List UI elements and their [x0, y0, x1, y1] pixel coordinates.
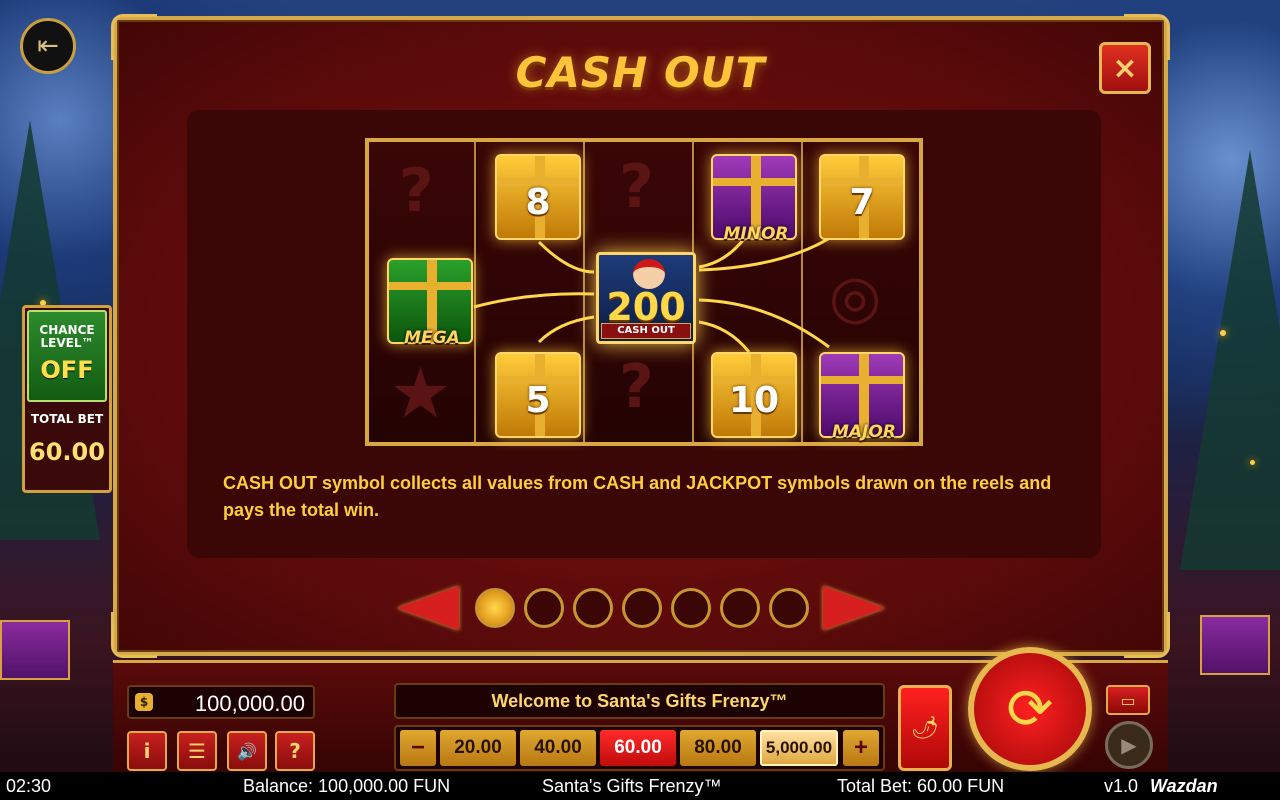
info-button[interactable]: i — [127, 731, 167, 771]
gift-symbol: 8 — [495, 154, 581, 240]
jackpot-label: MINOR — [723, 224, 789, 244]
total-bet-value: 60.00 — [29, 438, 105, 466]
jackpot-label: MAJOR — [832, 422, 896, 442]
next-page-arrow-icon[interactable] — [823, 586, 885, 630]
info-icon: i — [143, 739, 151, 763]
gift-symbol: 7 — [819, 154, 905, 240]
cashout-symbol: 200 CASH OUT — [596, 252, 696, 344]
money-bag-icon: $ — [135, 693, 153, 711]
rule-description: CASH OUT symbol collects all values from… — [223, 473, 1052, 520]
bet-decrease-button[interactable]: − — [400, 730, 436, 766]
close-icon: × — [1112, 50, 1138, 86]
bet-selector: − 20.00 40.00 60.00 80.00 5,000.00 + — [394, 725, 885, 771]
total-bet-label: TOTAL BET — [30, 412, 104, 426]
page-dot[interactable] — [622, 588, 662, 628]
balance-display: $ 100,000.00 — [127, 685, 315, 719]
control-bar: $ 100,000.00 i ☰ 🔊 ? Welcome to Santa's … — [113, 647, 1168, 772]
chili-icon: 🌶 — [911, 715, 939, 741]
reels-illustration: ? ★ ? ? ◎ 8 MINOR 7 MEGA 5 10 MAJOR 200 … — [365, 138, 923, 446]
page-dot[interactable] — [769, 588, 809, 628]
page-dot[interactable] — [671, 588, 711, 628]
gift-value: 5 — [525, 380, 551, 421]
gift-value: 10 — [728, 380, 780, 421]
gift-symbol: MEGA — [387, 258, 473, 348]
game-title: Santa's Gifts Frenzy™ — [542, 776, 722, 796]
status-bar: 02:30 Balance: 100,000.00 FUN Santa's Gi… — [0, 772, 1280, 800]
exit-icon: ⇤ — [37, 31, 59, 61]
page-navigation — [397, 582, 897, 632]
menu-button[interactable]: ☰ — [177, 731, 217, 771]
jackpot-label: MEGA — [404, 328, 460, 348]
sound-button[interactable]: 🔊 — [227, 731, 267, 771]
clock: 02:30 — [6, 776, 52, 796]
bet-option[interactable]: 20.00 — [440, 730, 516, 766]
brand-logo: Wazdan — [1150, 776, 1218, 796]
gift-symbol: MINOR — [711, 154, 797, 244]
gift-symbol: 5 — [495, 352, 581, 438]
menu-icon: ☰ — [188, 739, 206, 763]
game-screen: ⇤ CHANCE LEVEL™ OFF TOTAL BET 60.00 CASH… — [0, 0, 1280, 800]
side-panel: CHANCE LEVEL™ OFF TOTAL BET 60.00 — [22, 305, 112, 493]
message-display: Welcome to Santa's Gifts Frenzy™ — [394, 683, 885, 719]
bet-option-selected[interactable]: 60.00 — [600, 730, 676, 766]
page-dot[interactable] — [573, 588, 613, 628]
chance-level-toggle[interactable]: CHANCE LEVEL™ OFF — [27, 310, 107, 402]
exit-button[interactable]: ⇤ — [20, 18, 76, 74]
frame-corner — [111, 612, 157, 658]
card-icon: ▭ — [1120, 690, 1136, 710]
bet-option[interactable]: 40.00 — [520, 730, 596, 766]
chance-level-label: CHANCE LEVEL™ — [39, 323, 95, 350]
modal-title: CASH OUT — [515, 48, 766, 97]
page-dot[interactable] — [524, 588, 564, 628]
page-dot[interactable] — [720, 588, 760, 628]
autoplay-button[interactable]: ▶ — [1105, 721, 1153, 769]
version-label: v1.0 — [1104, 776, 1139, 796]
christmas-tree-right — [1180, 150, 1280, 570]
bet-option-max[interactable]: 5,000.00 — [760, 730, 838, 766]
close-button[interactable]: × — [1099, 42, 1151, 94]
bet-increase-button[interactable]: + — [843, 730, 879, 766]
light-decoration — [1220, 330, 1226, 336]
help-icon: ? — [289, 739, 301, 763]
gift-decoration — [1200, 615, 1270, 675]
bet-option[interactable]: 80.00 — [680, 730, 756, 766]
turbo-button[interactable]: 🌶 — [898, 685, 952, 771]
gift-symbol: MAJOR — [819, 352, 905, 442]
status-total-bet: Total Bet: 60.00 FUN — [837, 776, 1005, 796]
gift-value: 8 — [525, 182, 551, 223]
page-dot[interactable] — [475, 588, 515, 628]
chance-level-value: OFF — [40, 356, 94, 384]
gift-symbol: 10 — [711, 352, 797, 438]
frame-corner — [1124, 612, 1170, 658]
gift-decoration — [0, 620, 70, 680]
cashout-label: CASH OUT — [601, 323, 691, 339]
spin-button[interactable]: ⟳ — [968, 647, 1092, 771]
spin-arrows-icon: ⟳ — [1006, 676, 1054, 742]
play-icon: ▶ — [1121, 733, 1137, 757]
gift-value: 7 — [849, 182, 875, 223]
light-decoration — [1250, 460, 1255, 465]
speaker-icon: 🔊 — [237, 741, 257, 761]
settings-button[interactable]: ▭ — [1106, 685, 1150, 715]
content-panel: ? ★ ? ? ◎ 8 MINOR 7 MEGA 5 10 MAJOR 200 … — [187, 110, 1101, 558]
status-balance: Balance: 100,000.00 FUN — [243, 776, 451, 796]
prev-page-arrow-icon[interactable] — [397, 586, 459, 630]
balance-value: 100,000.00 — [194, 691, 305, 716]
paytable-modal: CASH OUT × ? ★ ? ? ◎ 8 MINOR 7 MEGA 5 10… — [111, 14, 1170, 658]
help-button[interactable]: ? — [275, 731, 315, 771]
